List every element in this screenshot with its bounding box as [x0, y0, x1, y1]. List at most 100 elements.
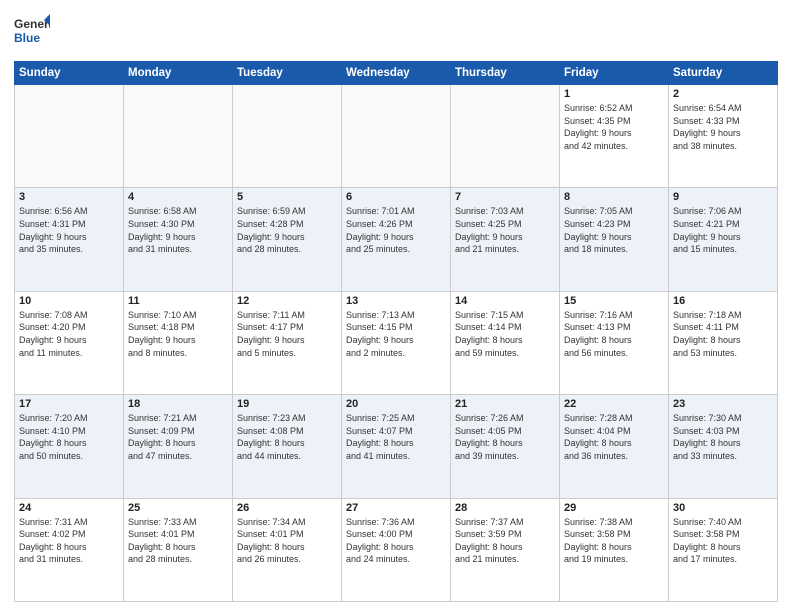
calendar-week-5: 24 Sunrise: 7:31 AM Sunset: 4:02 PM Dayli… [15, 498, 778, 601]
day-number: 30 [673, 502, 773, 514]
day-info: Sunrise: 7:05 AM Sunset: 4:23 PM Dayligh… [564, 205, 664, 255]
day-number: 12 [237, 295, 337, 307]
logo-icon: General Blue [14, 12, 50, 48]
day-number: 27 [346, 502, 446, 514]
calendar-cell: 5 Sunrise: 6:59 AM Sunset: 4:28 PM Daylig… [233, 188, 342, 291]
day-info: Sunrise: 7:21 AM Sunset: 4:09 PM Dayligh… [128, 412, 228, 462]
calendar-cell: 17Sunrise: 7:20 AM Sunset: 4:10 PM Dayli… [15, 395, 124, 498]
day-info: Sunrise: 7:30 AM Sunset: 4:03 PM Dayligh… [673, 412, 773, 462]
day-number: 19 [237, 398, 337, 410]
day-info: Sunrise: 7:06 AM Sunset: 4:21 PM Dayligh… [673, 205, 773, 255]
day-number: 4 [128, 191, 228, 203]
day-number: 26 [237, 502, 337, 514]
calendar-cell [342, 85, 451, 188]
day-number: 7 [455, 191, 555, 203]
day-info: Sunrise: 6:56 AM Sunset: 4:31 PM Dayligh… [19, 205, 119, 255]
day-info: Sunrise: 7:08 AM Sunset: 4:20 PM Dayligh… [19, 309, 119, 359]
calendar-cell: 12 Sunrise: 7:11 AM Sunset: 4:17 PM Dayli… [233, 291, 342, 394]
day-number: 29 [564, 502, 664, 514]
day-info: Sunrise: 7:23 AM Sunset: 4:08 PM Dayligh… [237, 412, 337, 462]
calendar-cell: 30 Sunrise: 7:40 AM Sunset: 3:58 PM Dayli… [669, 498, 778, 601]
svg-text:Blue: Blue [14, 31, 40, 45]
calendar-week-2: 3Sunrise: 6:56 AM Sunset: 4:31 PM Daylig… [15, 188, 778, 291]
weekday-wednesday: Wednesday [342, 62, 451, 85]
calendar-cell: 7 Sunrise: 7:03 AM Sunset: 4:25 PM Daylig… [451, 188, 560, 291]
calendar-cell: 11 Sunrise: 7:10 AM Sunset: 4:18 PM Dayli… [124, 291, 233, 394]
day-info: Sunrise: 6:58 AM Sunset: 4:30 PM Dayligh… [128, 205, 228, 255]
day-info: Sunrise: 6:52 AM Sunset: 4:35 PM Dayligh… [564, 102, 664, 152]
calendar-cell [233, 85, 342, 188]
calendar-cell: 4 Sunrise: 6:58 AM Sunset: 4:30 PM Daylig… [124, 188, 233, 291]
weekday-tuesday: Tuesday [233, 62, 342, 85]
calendar-cell: 27 Sunrise: 7:36 AM Sunset: 4:00 PM Dayli… [342, 498, 451, 601]
day-number: 24 [19, 502, 119, 514]
calendar-cell: 14 Sunrise: 7:15 AM Sunset: 4:14 PM Dayli… [451, 291, 560, 394]
weekday-saturday: Saturday [669, 62, 778, 85]
calendar-table: SundayMondayTuesdayWednesdayThursdayFrid… [14, 61, 778, 602]
day-number: 15 [564, 295, 664, 307]
day-number: 2 [673, 88, 773, 100]
day-number: 21 [455, 398, 555, 410]
calendar-cell [451, 85, 560, 188]
calendar-cell: 25 Sunrise: 7:33 AM Sunset: 4:01 PM Dayli… [124, 498, 233, 601]
day-info: Sunrise: 7:26 AM Sunset: 4:05 PM Dayligh… [455, 412, 555, 462]
calendar-cell: 18 Sunrise: 7:21 AM Sunset: 4:09 PM Dayli… [124, 395, 233, 498]
day-info: Sunrise: 6:59 AM Sunset: 4:28 PM Dayligh… [237, 205, 337, 255]
day-number: 16 [673, 295, 773, 307]
day-number: 11 [128, 295, 228, 307]
calendar-cell: 10Sunrise: 7:08 AM Sunset: 4:20 PM Dayli… [15, 291, 124, 394]
svg-text:General: General [14, 17, 50, 31]
day-info: Sunrise: 7:10 AM Sunset: 4:18 PM Dayligh… [128, 309, 228, 359]
day-number: 22 [564, 398, 664, 410]
day-info: Sunrise: 7:38 AM Sunset: 3:58 PM Dayligh… [564, 516, 664, 566]
day-info: Sunrise: 7:15 AM Sunset: 4:14 PM Dayligh… [455, 309, 555, 359]
calendar-cell: 24 Sunrise: 7:31 AM Sunset: 4:02 PM Dayli… [15, 498, 124, 601]
weekday-friday: Friday [560, 62, 669, 85]
weekday-sunday: Sunday [15, 62, 124, 85]
day-number: 14 [455, 295, 555, 307]
day-number: 23 [673, 398, 773, 410]
day-info: Sunrise: 7:37 AM Sunset: 3:59 PM Dayligh… [455, 516, 555, 566]
day-info: Sunrise: 7:20 AM Sunset: 4:10 PM Dayligh… [19, 412, 119, 462]
calendar-cell: 2 Sunrise: 6:54 AM Sunset: 4:33 PM Daylig… [669, 85, 778, 188]
day-info: Sunrise: 7:33 AM Sunset: 4:01 PM Dayligh… [128, 516, 228, 566]
header: General Blue [14, 12, 778, 53]
calendar-cell [15, 85, 124, 188]
day-info: Sunrise: 7:16 AM Sunset: 4:13 PM Dayligh… [564, 309, 664, 359]
day-info: Sunrise: 7:28 AM Sunset: 4:04 PM Dayligh… [564, 412, 664, 462]
calendar-cell: 29 Sunrise: 7:38 AM Sunset: 3:58 PM Dayli… [560, 498, 669, 601]
calendar-cell: 16 Sunrise: 7:18 AM Sunset: 4:11 PM Dayli… [669, 291, 778, 394]
day-info: Sunrise: 7:11 AM Sunset: 4:17 PM Dayligh… [237, 309, 337, 359]
calendar-cell: 8 Sunrise: 7:05 AM Sunset: 4:23 PM Daylig… [560, 188, 669, 291]
calendar-cell: 21 Sunrise: 7:26 AM Sunset: 4:05 PM Dayli… [451, 395, 560, 498]
page: General Blue SundayMondayTuesdayWednesda… [0, 0, 792, 612]
day-info: Sunrise: 7:40 AM Sunset: 3:58 PM Dayligh… [673, 516, 773, 566]
calendar-cell: 23 Sunrise: 7:30 AM Sunset: 4:03 PM Dayli… [669, 395, 778, 498]
calendar-week-1: 1 Sunrise: 6:52 AM Sunset: 4:35 PM Daylig… [15, 85, 778, 188]
day-number: 6 [346, 191, 446, 203]
calendar-cell: 20 Sunrise: 7:25 AM Sunset: 4:07 PM Dayli… [342, 395, 451, 498]
day-info: Sunrise: 7:18 AM Sunset: 4:11 PM Dayligh… [673, 309, 773, 359]
day-number: 13 [346, 295, 446, 307]
calendar-cell: 26Sunrise: 7:34 AM Sunset: 4:01 PM Dayli… [233, 498, 342, 601]
day-info: Sunrise: 7:31 AM Sunset: 4:02 PM Dayligh… [19, 516, 119, 566]
day-info: Sunrise: 7:01 AM Sunset: 4:26 PM Dayligh… [346, 205, 446, 255]
day-number: 18 [128, 398, 228, 410]
day-info: Sunrise: 6:54 AM Sunset: 4:33 PM Dayligh… [673, 102, 773, 152]
calendar-week-3: 10Sunrise: 7:08 AM Sunset: 4:20 PM Dayli… [15, 291, 778, 394]
day-number: 5 [237, 191, 337, 203]
day-number: 20 [346, 398, 446, 410]
calendar-cell: 28Sunrise: 7:37 AM Sunset: 3:59 PM Dayli… [451, 498, 560, 601]
calendar-cell: 1 Sunrise: 6:52 AM Sunset: 4:35 PM Daylig… [560, 85, 669, 188]
calendar-cell [124, 85, 233, 188]
weekday-header-row: SundayMondayTuesdayWednesdayThursdayFrid… [15, 62, 778, 85]
day-info: Sunrise: 7:03 AM Sunset: 4:25 PM Dayligh… [455, 205, 555, 255]
day-number: 25 [128, 502, 228, 514]
day-info: Sunrise: 7:36 AM Sunset: 4:00 PM Dayligh… [346, 516, 446, 566]
day-number: 1 [564, 88, 664, 100]
calendar-cell: 6 Sunrise: 7:01 AM Sunset: 4:26 PM Daylig… [342, 188, 451, 291]
day-number: 8 [564, 191, 664, 203]
calendar-cell: 3Sunrise: 6:56 AM Sunset: 4:31 PM Daylig… [15, 188, 124, 291]
day-info: Sunrise: 7:25 AM Sunset: 4:07 PM Dayligh… [346, 412, 446, 462]
calendar-cell: 15 Sunrise: 7:16 AM Sunset: 4:13 PM Dayli… [560, 291, 669, 394]
